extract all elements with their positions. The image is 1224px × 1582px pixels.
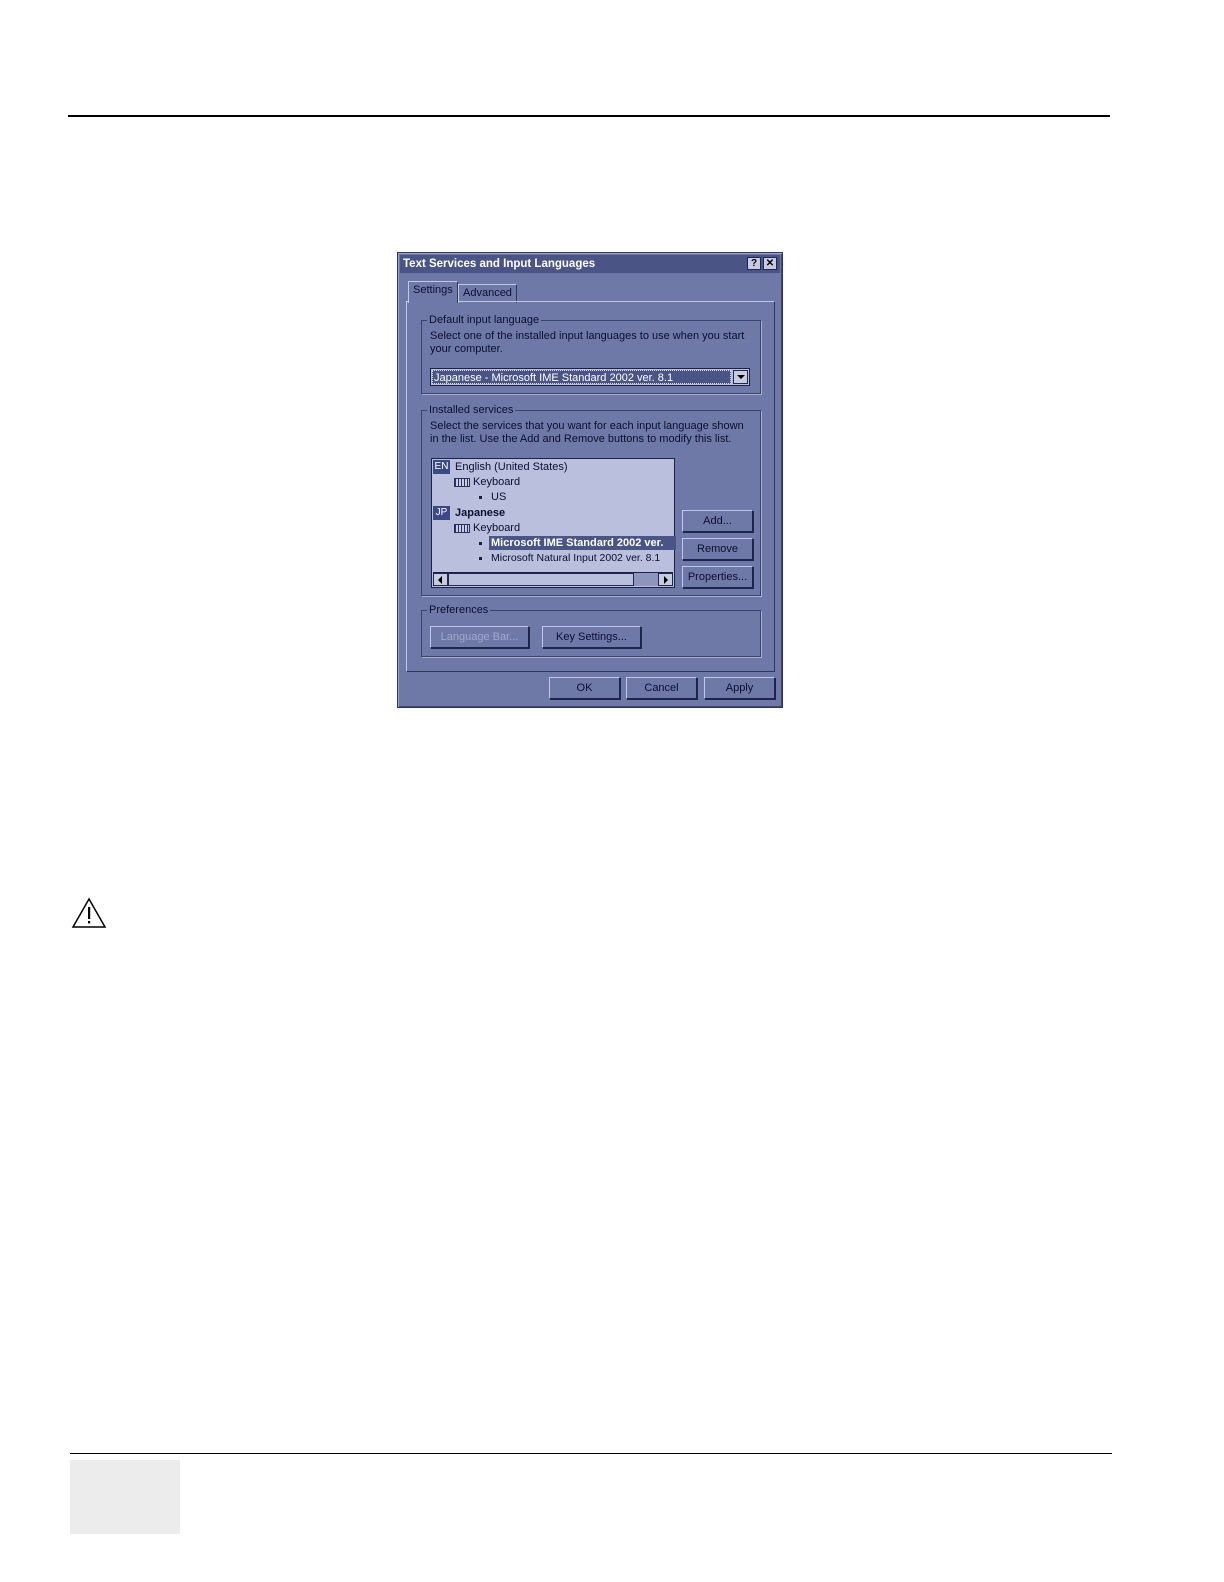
chevron-down-icon[interactable]	[733, 370, 748, 384]
default-input-description: Select one of the installed input langua…	[430, 330, 745, 355]
keyboard-icon	[454, 524, 470, 533]
bullet-icon	[479, 542, 482, 545]
en-language-icon: EN	[433, 460, 450, 474]
text-services-dialog: Text Services and Input Languages ? ✕ Se…	[397, 252, 783, 708]
tree-item-japanese[interactable]: Japanese	[455, 506, 505, 520]
remove-button[interactable]: Remove	[682, 538, 753, 560]
footer-rule	[70, 1453, 1112, 1454]
bullet-icon	[479, 496, 482, 499]
scrollbar-thumb[interactable]	[448, 573, 634, 586]
installed-services-label: Installed services	[427, 404, 516, 416]
add-button[interactable]: Add...	[682, 510, 753, 532]
installed-services-tree[interactable]: EN English (United States) Keyboard US J…	[431, 458, 676, 588]
tree-item-us-layout[interactable]: US	[491, 490, 506, 504]
installed-services-description: Select the services that you want for ea…	[430, 420, 744, 445]
properties-button[interactable]: Properties...	[682, 566, 753, 588]
warning-triangle-icon	[71, 897, 107, 928]
apply-button[interactable]: Apply	[704, 677, 775, 699]
settings-tabpanel: Default input language Select one of the…	[406, 301, 775, 672]
tree-item-natural-input[interactable]: Microsoft Natural Input 2002 ver. 8.1	[491, 551, 660, 565]
language-bar-button[interactable]: Language Bar...	[430, 626, 529, 648]
header-rule	[68, 115, 1110, 117]
dialog-title: Text Services and Input Languages	[403, 258, 596, 270]
preferences-label: Preferences	[427, 604, 491, 616]
ok-button[interactable]: OK	[549, 677, 620, 699]
default-language-value: Japanese - Microsoft IME Standard 2002 v…	[432, 370, 731, 384]
tree-item-english-keyboard[interactable]: Keyboard	[473, 475, 520, 489]
cancel-button[interactable]: Cancel	[626, 677, 697, 699]
default-input-label: Default input language	[427, 314, 542, 326]
key-settings-button[interactable]: Key Settings...	[542, 626, 641, 648]
tree-item-japanese-keyboard[interactable]: Keyboard	[473, 521, 520, 535]
scroll-right-icon[interactable]	[658, 573, 673, 586]
default-input-group: Default input language Select one of the…	[421, 314, 761, 394]
preferences-group: Preferences Language Bar... Key Settings…	[421, 604, 761, 657]
default-language-select[interactable]: Japanese - Microsoft IME Standard 2002 v…	[430, 368, 750, 386]
tree-item-ime-standard[interactable]: Microsoft IME Standard 2002 ver.	[489, 536, 676, 550]
keyboard-icon	[454, 478, 470, 487]
tree-item-english[interactable]: English (United States)	[455, 460, 568, 474]
bullet-icon	[479, 557, 482, 560]
help-button[interactable]: ?	[747, 257, 761, 270]
scroll-left-icon[interactable]	[433, 573, 448, 586]
close-button[interactable]: ✕	[763, 257, 777, 270]
dialog-titlebar: Text Services and Input Languages ? ✕	[400, 255, 780, 273]
installed-services-group: Installed services Select the services t…	[421, 404, 761, 596]
tab-settings[interactable]: Settings	[408, 281, 458, 303]
jp-language-icon: JP	[433, 506, 450, 520]
page-number-box	[70, 1460, 180, 1534]
tree-horizontal-scrollbar[interactable]	[433, 572, 673, 586]
